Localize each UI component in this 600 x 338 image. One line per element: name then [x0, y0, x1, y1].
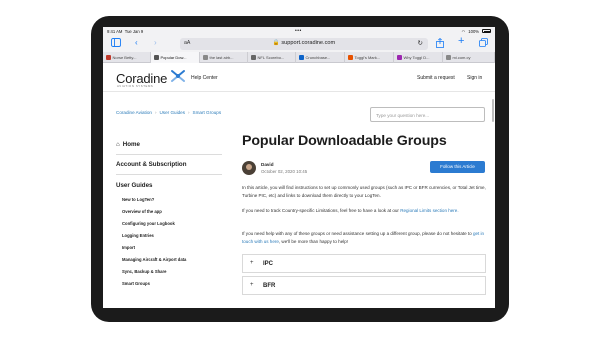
coradine-logo[interactable]: Coradine AVIATION SYSTEMS — [116, 70, 167, 88]
site-header: Coradine AVIATION SYSTEMS Help Center Su… — [103, 63, 495, 92]
tablet-screen: 9:41 AM Tue Jan 9 ••• ◠ 100% ‹ › aA 🔒 su… — [103, 27, 495, 308]
sidebar-divider — [116, 174, 222, 175]
sidebar-item-home[interactable]: ⌂ Home — [116, 141, 140, 148]
tab-favicon — [203, 55, 208, 60]
battery-percent: 100% — [468, 28, 479, 34]
search-placeholder: Type your question here... — [376, 112, 430, 118]
url-text: 🔒 support.coradine.com — [272, 40, 336, 47]
sidebar-subitem[interactable]: Logging Entries — [122, 233, 154, 238]
avatar — [242, 161, 256, 175]
article-paragraph: If you need to track Country-specific Li… — [242, 208, 459, 213]
sidebar-subitem[interactable]: Sync, Backup & Share — [122, 269, 166, 274]
multitask-dots[interactable]: ••• — [295, 28, 302, 34]
sidebar-subitem[interactable]: New to LogTen? — [122, 197, 154, 202]
page-scrollbar[interactable] — [491, 99, 494, 122]
sidebar-subitem[interactable]: Smart Groups — [122, 281, 150, 286]
tabs-icon[interactable] — [479, 38, 488, 50]
status-bar: 9:41 AM Tue Jan 9 ••• ◠ 100% — [103, 27, 495, 35]
help-center-label[interactable]: Help Center — [191, 75, 218, 81]
breadcrumb-item[interactable]: User Guides — [159, 110, 185, 115]
home-icon: ⌂ — [116, 141, 120, 148]
safari-toolbar: ‹ › aA 🔒 support.coradine.com ↻ + — [103, 35, 495, 52]
tab-2[interactable]: the last airb... — [200, 52, 248, 63]
address-bar[interactable]: aA 🔒 support.coradine.com ↻ — [180, 37, 428, 50]
accordion-label: BFR — [263, 282, 276, 289]
accordion-ipc[interactable]: + IPC — [242, 254, 486, 273]
back-icon[interactable]: ‹ — [135, 38, 138, 48]
tab-3[interactable]: NFL Scorebo... — [248, 52, 296, 63]
tab-favicon — [154, 55, 159, 60]
reload-icon[interactable]: ↻ — [418, 39, 423, 47]
regional-limits-link[interactable]: Regional Limits section here. — [400, 208, 458, 213]
author-name[interactable]: David — [261, 162, 274, 167]
status-right: ◠ 100% — [462, 29, 491, 34]
submit-request-link[interactable]: Submit a request — [417, 75, 455, 81]
search-input[interactable]: Type your question here... — [370, 107, 485, 122]
article-date: October 02, 2020 10:45 — [261, 169, 308, 174]
tab-favicon — [251, 55, 256, 60]
plus-icon: + — [250, 260, 254, 266]
tab-1[interactable]: Popular Dow... — [151, 52, 200, 63]
coradine-logo-mark-icon — [171, 70, 185, 82]
tab-favicon — [299, 55, 304, 60]
sidebar-subitem[interactable]: Import — [122, 245, 135, 250]
forward-icon[interactable]: › — [154, 38, 157, 48]
sidebar-item-user-guides[interactable]: User Guides — [116, 182, 152, 189]
breadcrumb: Coradine Aviation › User Guides › Smart … — [116, 110, 221, 115]
tab-6[interactable]: Why Toggl D... — [394, 52, 443, 63]
sidebar-subitem[interactable]: Configuring your Logbook — [122, 221, 175, 226]
sidebar-subitem[interactable]: Managing Aircraft & Airport data — [122, 257, 186, 262]
web-page: Coradine AVIATION SYSTEMS Help Center Su… — [103, 63, 495, 308]
follow-article-button[interactable]: Follow this Article — [430, 161, 485, 173]
tab-bar: Norse Betty... Popular Dow... the last a… — [103, 52, 495, 63]
page-title: Popular Downloadable Groups — [242, 133, 447, 149]
plus-icon: + — [250, 282, 254, 288]
tab-favicon — [397, 55, 402, 60]
tab-0[interactable]: Norse Betty... — [103, 52, 151, 63]
breadcrumb-item[interactable]: Coradine Aviation — [116, 110, 152, 115]
accordion-bfr[interactable]: + BFR — [242, 276, 486, 295]
battery-icon — [482, 29, 491, 33]
sign-in-link[interactable]: Sign in — [467, 75, 482, 81]
new-tab-icon[interactable]: + — [458, 36, 464, 47]
wifi-icon: ◠ — [461, 28, 466, 34]
sidebar-divider — [116, 154, 222, 155]
breadcrumb-separator: › — [154, 110, 157, 115]
tab-favicon — [106, 55, 111, 60]
breadcrumb-separator: › — [188, 110, 190, 115]
tab-5[interactable]: Toggl's Mark... — [345, 52, 394, 63]
tab-favicon — [446, 55, 451, 60]
breadcrumb-item[interactable]: Smart Groups — [193, 110, 222, 115]
status-time: 9:41 AM Tue Jan 9 — [107, 28, 144, 34]
tab-4[interactable]: Crunchbase... — [296, 52, 345, 63]
sidebar-subitem[interactable]: Overview of the app — [122, 209, 162, 214]
article-paragraph: If you need help with any of these group… — [242, 231, 485, 244]
accordion-label: IPC — [263, 260, 274, 267]
sidebar-icon[interactable] — [111, 38, 121, 50]
tab-7[interactable]: mi.com.cy — [443, 52, 495, 63]
sidebar-item-account[interactable]: Account & Subscription — [116, 161, 186, 168]
share-icon[interactable] — [436, 37, 444, 51]
tab-favicon — [348, 55, 353, 60]
article-paragraph: In this article, you will find instructi… — [242, 185, 486, 198]
